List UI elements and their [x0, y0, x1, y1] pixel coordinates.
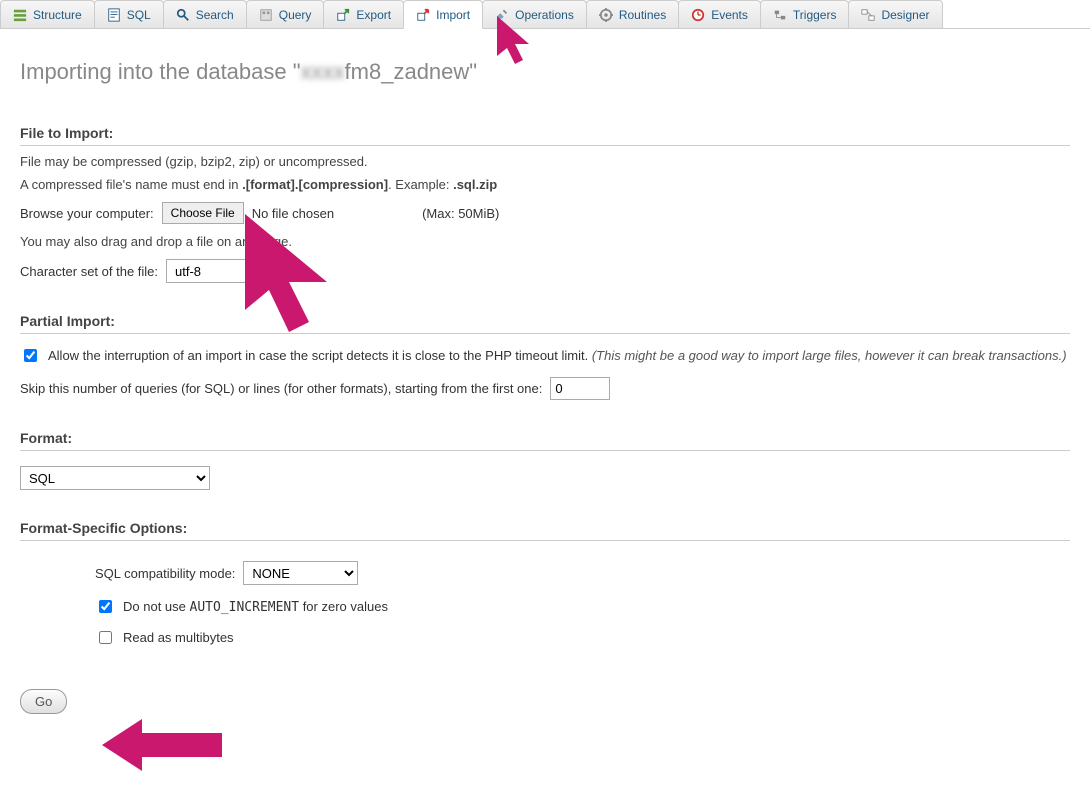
section-file-to-import: File to Import: [20, 125, 1070, 146]
tab-label: Query [279, 8, 312, 22]
tab-routines[interactable]: Routines [586, 0, 679, 28]
export-icon [336, 8, 350, 22]
charset-select[interactable]: utf-8 [166, 259, 286, 283]
max-size: (Max: 50MiB) [422, 206, 499, 221]
tab-search[interactable]: Search [163, 0, 247, 28]
routines-icon [599, 8, 613, 22]
tab-label: Operations [515, 8, 574, 22]
tab-operations[interactable]: Operations [482, 0, 587, 28]
allow-interrupt-label: Allow the interruption of an import in c… [48, 348, 1067, 363]
sql-icon [107, 8, 121, 22]
tab-label: Structure [33, 8, 82, 22]
import-icon [416, 8, 430, 22]
tab-events[interactable]: Events [678, 0, 761, 28]
browse-label: Browse your computer: [20, 206, 154, 221]
file-name-format-note: A compressed file's name must end in .[f… [20, 177, 1070, 192]
operations-icon [495, 8, 509, 22]
tab-triggers[interactable]: Triggers [760, 0, 850, 28]
search-icon [176, 8, 190, 22]
no-file-chosen: No file chosen [252, 206, 334, 221]
tab-structure[interactable]: Structure [0, 0, 95, 28]
go-button[interactable]: Go [20, 689, 67, 714]
allow-interrupt-checkbox[interactable] [24, 349, 37, 362]
tab-label: Export [356, 8, 391, 22]
annotation-arrow-go [92, 715, 232, 775]
triggers-icon [773, 8, 787, 22]
query-icon [259, 8, 273, 22]
tab-query[interactable]: Query [246, 0, 325, 28]
tab-label: Events [711, 8, 748, 22]
section-format: Format: [20, 430, 1070, 451]
multibyte-checkbox[interactable] [99, 631, 112, 644]
autoincrement-label: Do not use AUTO_INCREMENT for zero value… [123, 599, 388, 615]
choose-file-button[interactable]: Choose File [162, 202, 244, 224]
drag-drop-note: You may also drag and drop a file on any… [20, 234, 1070, 249]
events-icon [691, 8, 705, 22]
format-select[interactable]: SQL [20, 466, 210, 490]
tab-label: Routines [619, 8, 666, 22]
tab-label: Import [436, 8, 470, 22]
skip-queries-label: Skip this number of queries (for SQL) or… [20, 381, 542, 396]
tab-import[interactable]: Import [403, 0, 483, 29]
section-format-specific: Format-Specific Options: [20, 520, 1070, 541]
skip-queries-input[interactable] [550, 377, 610, 400]
tab-label: Search [196, 8, 234, 22]
autoincrement-checkbox[interactable] [99, 600, 112, 613]
page-title: Importing into the database "xxxxfm8_zad… [20, 59, 1070, 85]
tab-export[interactable]: Export [323, 0, 404, 28]
charset-label: Character set of the file: [20, 264, 158, 279]
tab-label: Designer [881, 8, 929, 22]
tab-designer[interactable]: Designer [848, 0, 942, 28]
section-partial-import: Partial Import: [20, 313, 1070, 334]
compat-mode-select[interactable]: NONE [243, 561, 358, 585]
tab-sql[interactable]: SQL [94, 0, 164, 28]
designer-icon [861, 8, 875, 22]
tab-label: Triggers [793, 8, 837, 22]
structure-icon [13, 8, 27, 22]
compat-mode-label: SQL compatibility mode: [95, 566, 235, 581]
tab-label: SQL [127, 8, 151, 22]
file-compress-note: File may be compressed (gzip, bzip2, zip… [20, 154, 1070, 169]
multibyte-label: Read as multibytes [123, 630, 234, 645]
